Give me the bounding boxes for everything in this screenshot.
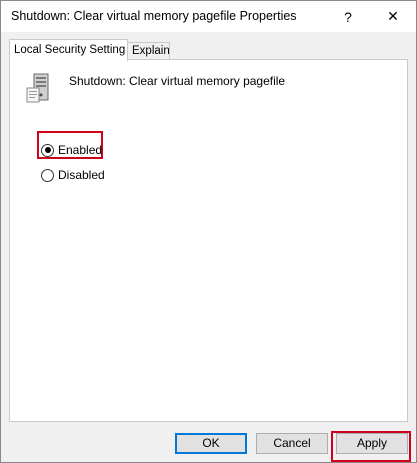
enabled-radio[interactable] [41,143,54,157]
enabled-label: Enabled [58,143,103,157]
properties-dialog: Shutdown: Clear virtual memory pagefile … [0,0,417,463]
disabled-radio[interactable] [41,168,54,182]
close-icon: ✕ [387,8,399,24]
help-button[interactable]: ? [325,1,371,32]
disabled-label: Disabled [58,168,105,182]
tab-local-security-setting[interactable]: Local Security Setting [9,39,128,61]
tab-explain[interactable]: Explain [127,42,170,60]
policy-name: Shutdown: Clear virtual memory pagefile [69,74,286,88]
policy-server-icon [24,72,56,104]
apply-button[interactable]: Apply [336,433,408,454]
settings-panel: Shutdown: Clear virtual memory pagefile … [9,59,408,422]
tab-label: Local Security Setting [14,44,126,56]
title-bar[interactable]: Shutdown: Clear virtual memory pagefile … [1,1,416,32]
cancel-button[interactable]: Cancel [256,433,328,454]
window-title: Shutdown: Clear virtual memory pagefile … [11,9,297,23]
disabled-option[interactable]: Disabled [41,166,105,184]
tab-label: Explain [132,45,170,57]
enabled-option[interactable]: Enabled [41,141,102,159]
close-button[interactable]: ✕ [370,1,416,32]
ok-button[interactable]: OK [175,433,247,454]
help-icon: ? [344,8,352,25]
